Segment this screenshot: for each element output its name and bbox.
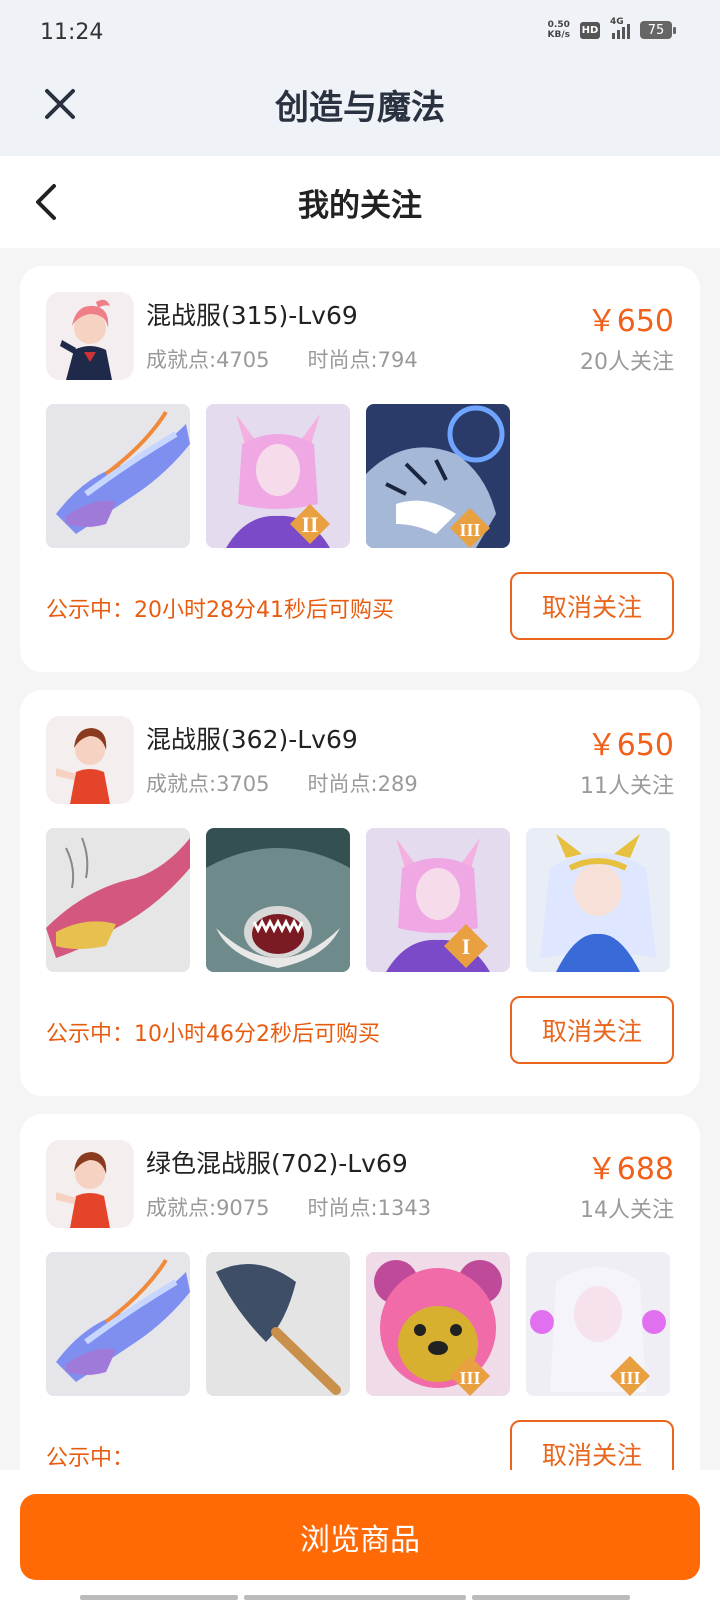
status-time: 11:24 (40, 20, 104, 45)
price: ￥688 (586, 1152, 674, 1187)
fox-girl-thumbnail[interactable]: I (366, 828, 510, 972)
account-card[interactable]: 绿色混战服(702)-Lv69 成就点:9075 时尚点:1343 ￥688 1… (20, 1114, 700, 1470)
hd-icon: HD (580, 21, 600, 39)
browse-products-button[interactable]: 浏览商品 (20, 1494, 700, 1580)
page-title: 我的关注 (298, 188, 422, 224)
followed-list[interactable]: 混战服(315)-Lv69 成就点:4705 时尚点:794 ￥650 20人关… (0, 248, 720, 1470)
unfollow-button[interactable]: 取消关注 (510, 996, 674, 1064)
page-header: 我的关注 (0, 156, 720, 248)
follower-count: 14人关注 (580, 1198, 674, 1223)
app-header: 创造与魔法 (0, 66, 720, 156)
battery-icon: 75 (640, 21, 676, 39)
achievement-points: 成就点:9075 (146, 1196, 270, 1220)
signal-icon: 4G (610, 17, 630, 39)
network-speed-value: 0.50 (547, 20, 570, 30)
network-type: 4G (610, 17, 624, 27)
account-stats: 成就点:4705 时尚点:794 (146, 344, 418, 374)
account-name: 绿色混战服(702)-Lv69 (146, 1149, 408, 1178)
fox-girl-thumbnail[interactable]: II (206, 404, 350, 548)
status-icons: 0.50 KB/s HD 4G 75 (548, 17, 676, 40)
follower-count: 11人关注 (580, 774, 674, 799)
tiger-thumbnail[interactable]: III (366, 404, 510, 548)
public-notice: 公示中：10小时46分2秒后可购买 (46, 1022, 380, 1047)
svg-text:III: III (459, 520, 480, 540)
snow-girl-thumbnail[interactable]: III (526, 1252, 670, 1396)
bottom-bar: 浏览商品 (0, 1470, 720, 1600)
bear-thumbnail[interactable]: III (366, 1252, 510, 1396)
item-thumbnails: I (46, 828, 670, 972)
svg-text:II: II (301, 512, 318, 537)
svg-text:I: I (462, 934, 471, 959)
unfollow-button[interactable]: 取消关注 (510, 572, 674, 640)
character-avatar (46, 716, 134, 804)
fashion-points: 时尚点:289 (307, 772, 418, 796)
character-avatar (46, 1140, 134, 1228)
public-notice: 公示中： (46, 1446, 135, 1470)
unfollow-button[interactable]: 取消关注 (510, 1420, 674, 1470)
public-notice: 公示中：20小时28分41秒后可购买 (46, 598, 394, 623)
price: ￥650 (586, 304, 674, 339)
network-speed-unit: KB/s (547, 30, 570, 40)
item-thumbnails: III III (46, 1252, 670, 1396)
svg-text:III: III (619, 1368, 640, 1388)
account-card[interactable]: 混战服(315)-Lv69 成就点:4705 时尚点:794 ￥650 20人关… (20, 266, 700, 672)
achievement-points: 成就点:4705 (146, 348, 270, 372)
network-speed: 0.50 KB/s (548, 20, 570, 40)
dragon-blue-thumbnail[interactable] (46, 404, 190, 548)
fashion-points: 时尚点:1343 (307, 1196, 432, 1220)
app-title: 创造与魔法 (275, 88, 445, 128)
svg-text:III: III (459, 1368, 480, 1388)
account-name: 混战服(362)-Lv69 (146, 725, 358, 754)
battery-level: 75 (647, 22, 665, 38)
account-name: 混战服(315)-Lv69 (146, 301, 358, 330)
system-nav-indicators (80, 1595, 630, 1600)
valkyrie-thumbnail[interactable] (526, 828, 670, 972)
dragon-red-thumbnail[interactable] (46, 828, 190, 972)
achievement-points: 成就点:3705 (146, 772, 270, 796)
fashion-points: 时尚点:794 (307, 348, 418, 372)
status-bar: 11:24 0.50 KB/s HD 4G 75 (0, 0, 720, 66)
shovel-thumbnail[interactable] (206, 1252, 350, 1396)
shark-thumbnail[interactable] (206, 828, 350, 972)
price: ￥650 (586, 728, 674, 763)
item-thumbnails: II III (46, 404, 510, 548)
dragon-blue-thumbnail[interactable] (46, 1252, 190, 1396)
follower-count: 20人关注 (580, 350, 674, 375)
character-avatar (46, 292, 134, 380)
account-stats: 成就点:9075 时尚点:1343 (146, 1192, 431, 1222)
account-stats: 成就点:3705 时尚点:289 (146, 768, 418, 798)
account-card[interactable]: 混战服(362)-Lv69 成就点:3705 时尚点:289 ￥650 11人关… (20, 690, 700, 1096)
